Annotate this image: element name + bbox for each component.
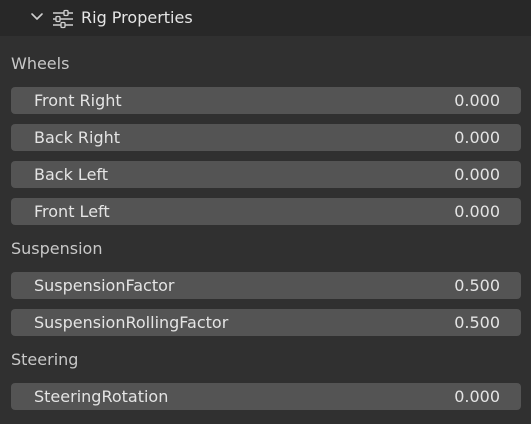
field-value: 0.000 xyxy=(454,128,500,147)
field-value: 0.000 xyxy=(454,387,500,406)
field-value: 0.000 xyxy=(454,91,500,110)
field-value: 0.500 xyxy=(454,313,500,332)
field-label: Front Right xyxy=(34,91,122,110)
section-label-steering: Steering xyxy=(11,350,79,369)
field-label: SteeringRotation xyxy=(34,387,169,406)
field-label: Front Left xyxy=(34,202,110,221)
sliders-icon xyxy=(53,9,73,29)
field-front-right[interactable]: Front Right 0.000 xyxy=(11,87,521,114)
section-label-wheels: Wheels xyxy=(11,54,70,73)
section-label-suspension: Suspension xyxy=(11,239,103,258)
field-back-left[interactable]: Back Left 0.000 xyxy=(11,161,521,188)
field-value: 0.000 xyxy=(454,165,500,184)
field-label: SuspensionFactor xyxy=(34,276,175,295)
field-suspension-rolling-factor[interactable]: SuspensionRollingFactor 0.500 xyxy=(11,309,521,336)
field-value: 0.500 xyxy=(454,276,500,295)
panel-header[interactable]: Rig Properties xyxy=(0,0,531,36)
field-label: Back Right xyxy=(34,128,121,147)
field-suspension-factor[interactable]: SuspensionFactor 0.500 xyxy=(11,272,521,299)
field-back-right[interactable]: Back Right 0.000 xyxy=(11,124,521,151)
chevron-down-icon[interactable] xyxy=(30,11,44,23)
field-value: 0.000 xyxy=(454,202,500,221)
panel-title[interactable]: Rig Properties xyxy=(81,8,193,28)
field-label: SuspensionRollingFactor xyxy=(34,313,229,332)
field-front-left[interactable]: Front Left 0.000 xyxy=(11,198,521,225)
field-steering-rotation[interactable]: SteeringRotation 0.000 xyxy=(11,383,521,410)
field-label: Back Left xyxy=(34,165,109,184)
